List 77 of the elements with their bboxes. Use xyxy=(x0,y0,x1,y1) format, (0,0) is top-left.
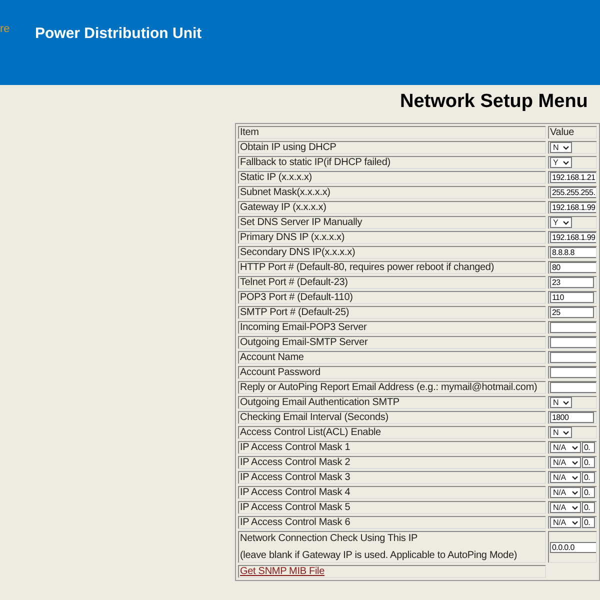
ip-field[interactable]: 0. xyxy=(582,517,595,528)
chevron-down-icon xyxy=(563,146,569,150)
chevron-down-icon xyxy=(563,220,569,224)
ip-field[interactable]: 0. xyxy=(582,487,595,498)
item-label: Telnet Port # (Default-23) xyxy=(238,276,546,289)
chevron-down-icon xyxy=(563,160,569,164)
item-label: Secondary DNS IP(x.x.x.x) xyxy=(238,246,546,259)
dropdown-select[interactable]: Y xyxy=(550,157,572,168)
item-label: Set DNS Server IP Manually xyxy=(238,216,546,229)
item-label: Obtain IP using DHCP xyxy=(238,141,546,154)
logo-text: re xyxy=(0,22,11,36)
ip-field[interactable]: 0.0.0.0 xyxy=(550,542,596,552)
text-field[interactable] xyxy=(550,337,596,348)
text-field[interactable] xyxy=(550,322,596,333)
text-field[interactable]: 25 xyxy=(550,307,594,318)
item-label: Static IP (x.x.x.x) xyxy=(238,171,546,184)
dropdown-select[interactable]: N/A xyxy=(550,517,581,528)
text-field[interactable]: 1800 xyxy=(550,412,594,423)
item-label: IP Access Control Mask 4 xyxy=(238,486,546,499)
item-label: Gateway IP (x.x.x.x) xyxy=(238,201,546,214)
dropdown-select[interactable]: N/A xyxy=(550,487,581,498)
chevron-down-icon xyxy=(572,446,578,450)
ip-field[interactable]: 0. xyxy=(582,442,595,453)
dropdown-select[interactable]: N/A xyxy=(550,472,581,483)
item-label: HTTP Port # (Default-80, requires power reboot if changed) xyxy=(238,261,546,274)
text-field[interactable]: 8.8.8.8 xyxy=(550,247,596,258)
item-label: Subnet Mask(x.x.x.x) xyxy=(238,186,546,199)
item-label: IP Access Control Mask 5 xyxy=(238,501,546,514)
item-label: Account Password xyxy=(238,366,546,379)
chevron-down-icon xyxy=(572,476,578,480)
chevron-down-icon xyxy=(563,430,569,434)
dropdown-select[interactable]: N xyxy=(550,142,572,153)
text-field[interactable]: 23 xyxy=(550,277,594,288)
item-label: IP Access Control Mask 2 xyxy=(238,456,546,469)
chevron-down-icon xyxy=(572,506,578,510)
text-field[interactable]: 80 xyxy=(550,262,596,273)
text-field[interactable]: 255.255.255. xyxy=(550,187,596,198)
item-label: Fallback to static IP(if DHCP failed) xyxy=(238,156,546,169)
item-label: Network Connection Check Using This IP xyxy=(240,533,419,544)
item-label: POP3 Port # (Default-110) xyxy=(238,291,546,304)
text-field[interactable] xyxy=(550,367,596,378)
item-label: Account Name xyxy=(238,351,546,364)
dropdown-select[interactable]: Y xyxy=(550,217,572,228)
item-label: IP Access Control Mask 3 xyxy=(238,471,546,484)
item-label: Incoming Email-POP3 Server xyxy=(238,321,546,334)
dropdown-select[interactable]: N xyxy=(550,427,572,438)
item-label: Reply or AutoPing Report Email Address (e.g.: mymail@hotmail.com) xyxy=(238,381,546,394)
item-label: IP Access Control Mask 1 xyxy=(238,441,546,454)
text-field[interactable] xyxy=(550,382,596,393)
text-field[interactable]: 110 xyxy=(550,292,594,303)
item-label: Primary DNS IP (x.x.x.x) xyxy=(238,231,546,244)
column-header: Item xyxy=(238,126,546,139)
item-label: SMTP Port # (Default-25) xyxy=(238,306,546,319)
dropdown-select[interactable]: N/A xyxy=(550,442,581,453)
header-title: Power Distribution Unit xyxy=(35,24,202,42)
ip-field[interactable]: 0. xyxy=(582,502,595,513)
text-field[interactable] xyxy=(550,352,596,363)
ip-field[interactable]: 0. xyxy=(582,472,595,483)
chevron-down-icon xyxy=(572,520,578,524)
text-field[interactable]: 192.168.1.21 xyxy=(550,172,596,183)
item-label: Access Control List(ACL) Enable xyxy=(238,426,546,439)
ip-field[interactable]: 0. xyxy=(582,457,595,468)
chevron-down-icon xyxy=(572,460,578,464)
dropdown-select[interactable]: N/A xyxy=(550,457,581,468)
column-header: Value xyxy=(548,126,597,139)
chevron-down-icon xyxy=(563,400,569,404)
chevron-down-icon xyxy=(572,490,578,494)
item-label: Checking Email Interval (Seconds) xyxy=(238,411,546,424)
text-field[interactable]: 192.168.1.99 xyxy=(550,202,596,213)
item-label: Outgoing Email-SMTP Server xyxy=(238,336,546,349)
dropdown-select[interactable]: N xyxy=(550,397,572,408)
item-label: Outgoing Email Authentication SMTP xyxy=(238,396,546,409)
page-title: Network Setup Menu xyxy=(400,91,589,113)
text-field[interactable]: 192.168.1.99 xyxy=(550,232,596,243)
hint-text: (leave blank if Gateway IP is used. Applicable to AutoPing Mode) xyxy=(240,550,518,561)
dropdown-select[interactable]: N/A xyxy=(550,502,581,513)
item-label: IP Access Control Mask 6 xyxy=(238,516,546,529)
